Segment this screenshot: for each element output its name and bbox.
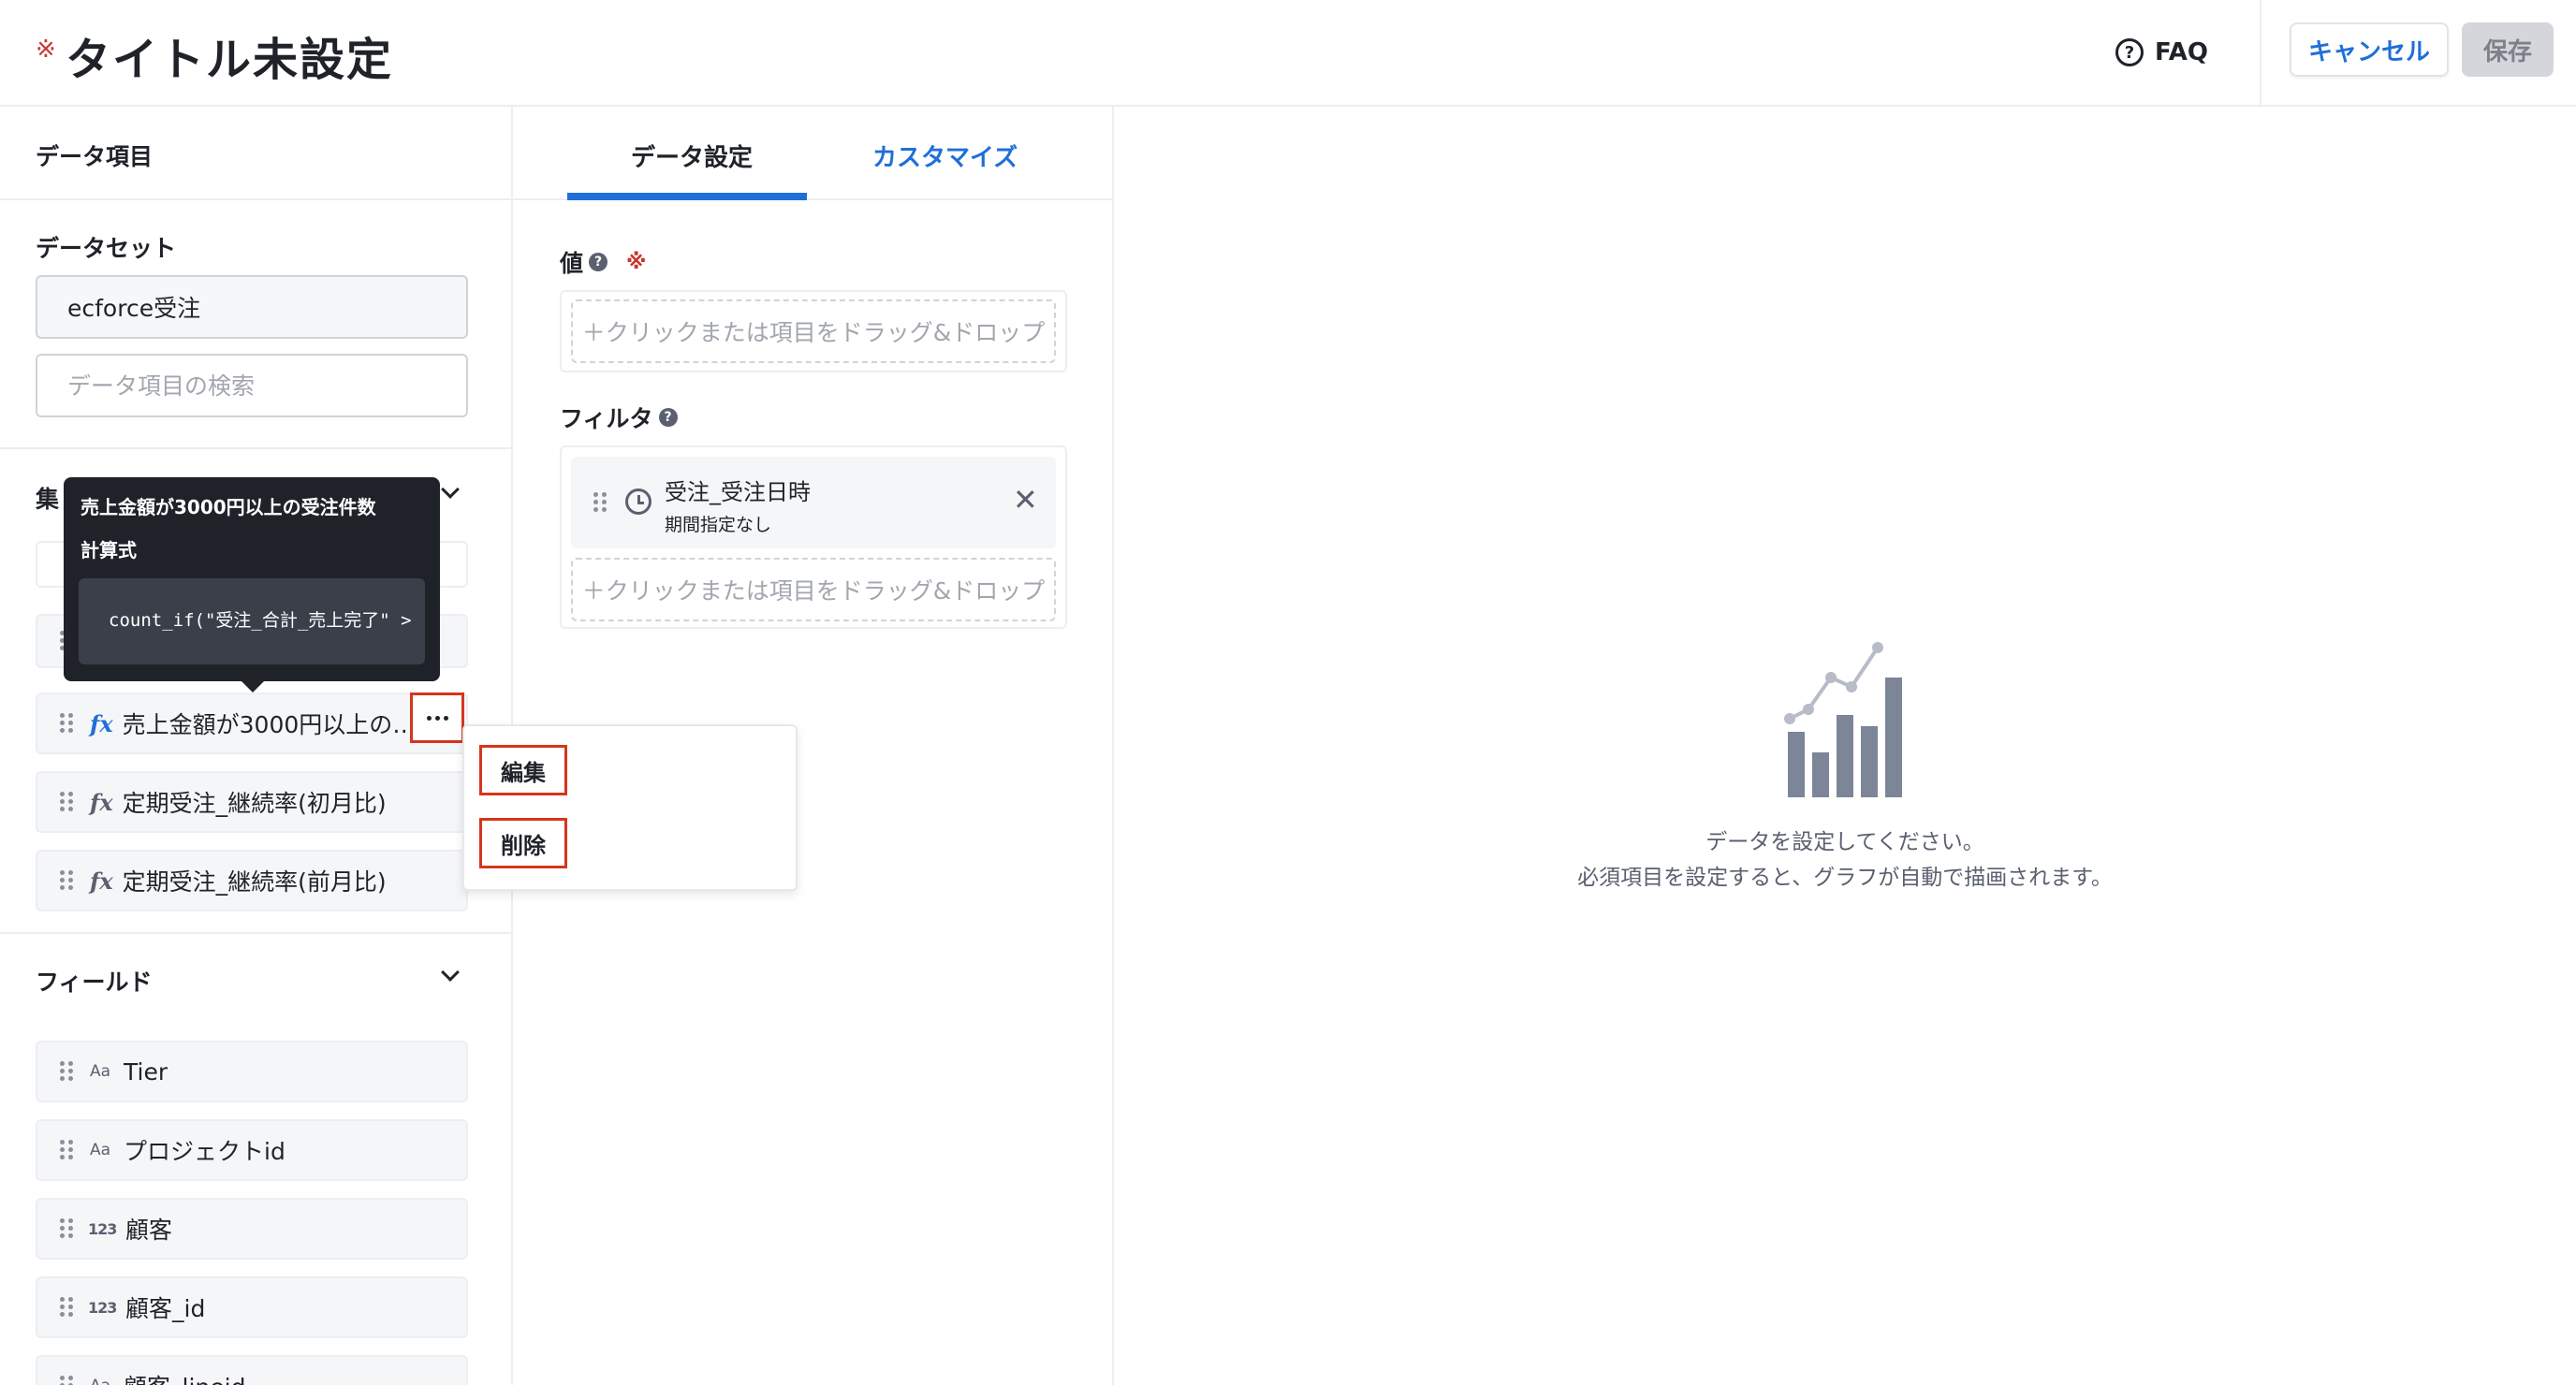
number-type-icon: 123 — [88, 1298, 117, 1317]
aggregate-item-label: 定期受注_継続率(初月比) — [122, 790, 387, 817]
cancel-button[interactable]: キャンセル — [2290, 22, 2449, 77]
data-items-heading: データ項目 — [36, 143, 154, 170]
formula-fx-icon: fx — [90, 709, 113, 737]
text-type-icon: Aa — [90, 1062, 111, 1081]
help-icon[interactable]: ? — [658, 408, 678, 427]
field-item[interactable]: Aa プロジェクトid — [36, 1119, 468, 1181]
filter-drop-area: 受注_受注日時 期間指定なし ✕ ＋クリックまたは項目をドラッグ&ドロップ — [560, 445, 1067, 629]
panel-divider — [0, 198, 511, 200]
aggregate-item-label: 売上金額が3000円以上の… — [122, 711, 417, 738]
header-divider — [2260, 0, 2261, 107]
panel-divider — [0, 447, 511, 449]
filter-label: フィルタ ? — [560, 401, 678, 434]
data-items-panel: データ項目 データセット ecforce受注 集 fx 売上金額が3000円以上… — [0, 107, 513, 1385]
formula-tooltip: 売上金額が3000円以上の受注件数 計算式 count_if("受注_合計_売上… — [64, 477, 440, 692]
faq-label: FAQ — [2155, 38, 2209, 66]
aggregate-item-label: 定期受注_継続率(前月比) — [122, 868, 387, 896]
drag-handle-icon[interactable] — [593, 492, 607, 513]
required-mark: ※ — [626, 250, 647, 274]
drag-handle-icon[interactable] — [60, 870, 73, 891]
help-icon[interactable]: ? — [589, 253, 608, 271]
filter-item-subtitle: 期間指定なし — [665, 515, 772, 535]
chevron-down-icon[interactable] — [441, 480, 460, 499]
text-type-icon: Aa — [90, 1141, 111, 1159]
drag-handle-icon[interactable] — [60, 1140, 73, 1160]
field-item[interactable]: Aa Tier — [36, 1041, 468, 1102]
drag-handle-icon[interactable] — [60, 1376, 73, 1385]
empty-state-hint: 必須項目を設定すると、グラフが自動で描画されます。 — [1577, 866, 2113, 890]
filter-item-title: 受注_受注日時 — [665, 479, 811, 505]
formula-fx-icon: fx — [90, 867, 113, 895]
close-icon[interactable]: ✕ — [1013, 485, 1038, 515]
dot — [434, 715, 440, 721]
aggregate-item[interactable]: fx 定期受注_継続率(初月比) — [36, 771, 468, 833]
aggregate-item[interactable]: fx 売上金額が3000円以上の… — [36, 692, 468, 754]
aggregate-item[interactable]: fx 定期受注_継続率(前月比) — [36, 850, 468, 911]
aggregates-section-label[interactable]: 集 — [36, 481, 59, 515]
field-item-label: 顧客_id — [125, 1295, 206, 1322]
tab-data-settings[interactable]: データ設定 — [631, 138, 753, 173]
dataset-select[interactable]: ecforce受注 — [36, 275, 468, 339]
fields-section-label[interactable]: フィールド — [36, 964, 153, 998]
page-title[interactable]: タイトル未設定 — [66, 22, 393, 88]
data-item-search-input[interactable] — [36, 354, 468, 417]
chart-preview-panel: データを設定してください。 必須項目を設定すると、グラフが自動で描画されます。 — [1114, 107, 2576, 1385]
save-button[interactable]: 保存 — [2462, 22, 2554, 77]
tab-customize[interactable]: カスタマイズ — [872, 138, 1017, 173]
clock-icon — [625, 488, 651, 515]
field-item[interactable]: 123 顧客 — [36, 1198, 468, 1260]
drag-handle-icon[interactable] — [60, 1297, 73, 1318]
formula-fx-icon: fx — [90, 788, 113, 816]
field-item-label: Tier — [124, 1057, 168, 1086]
more-options-button[interactable] — [410, 692, 464, 743]
value-label-text: 値 — [560, 250, 584, 277]
header-bar: ※ タイトル未設定 ? FAQ キャンセル 保存 — [0, 0, 2576, 107]
value-drop-zone[interactable]: ＋クリックまたは項目をドラッグ&ドロップ — [571, 299, 1056, 363]
drag-handle-icon[interactable] — [60, 713, 73, 734]
text-type-icon: Aa — [90, 1377, 114, 1385]
title-required-mark: ※ — [36, 36, 56, 64]
settings-panel: データ設定 カスタマイズ 値 ? ※ ＋クリックまたは項目をドラッグ&ドロップ … — [513, 107, 1114, 1385]
drag-handle-icon[interactable] — [60, 1218, 73, 1239]
field-item[interactable]: Aa 顧客_lineid — [36, 1355, 468, 1385]
chevron-down-icon[interactable] — [441, 963, 460, 982]
value-label: 値 ? ※ — [560, 245, 646, 279]
filter-label-text: フィルタ — [560, 405, 653, 432]
field-item-label: 顧客 — [125, 1217, 173, 1244]
field-item[interactable]: 123 顧客_id — [36, 1276, 468, 1338]
dot — [426, 715, 432, 721]
active-tab-indicator — [567, 193, 807, 200]
empty-state-message: データを設定してください。 — [1705, 830, 1984, 854]
dot — [443, 715, 448, 721]
drag-handle-icon[interactable] — [60, 792, 73, 812]
tooltip-subtitle: 計算式 — [80, 539, 137, 561]
tooltip-formula-box: count_if("受注_合計_売上完了" > — [79, 578, 425, 664]
settings-tabs: データ設定 カスタマイズ — [513, 107, 1114, 200]
question-circle-icon: ? — [2115, 38, 2144, 66]
faq-link[interactable]: ? FAQ — [2115, 34, 2208, 71]
tooltip-title: 売上金額が3000円以上の受注件数 — [80, 496, 376, 518]
chart-placeholder-icon — [1784, 642, 1902, 797]
field-item-label: 顧客_lineid — [124, 1369, 245, 1385]
number-type-icon: 123 — [88, 1219, 117, 1238]
tooltip-formula: count_if("受注_合計_売上完了" > — [109, 610, 412, 631]
filter-drop-zone[interactable]: ＋クリックまたは項目をドラッグ&ドロップ — [571, 558, 1056, 621]
dataset-label: データセット — [36, 235, 177, 262]
field-item-label: プロジェクトid — [124, 1138, 285, 1165]
panel-divider — [0, 932, 511, 934]
filter-item[interactable]: 受注_受注日時 期間指定なし ✕ — [571, 457, 1056, 548]
drag-handle-icon[interactable] — [60, 1061, 73, 1082]
value-drop-area: ＋クリックまたは項目をドラッグ&ドロップ — [560, 290, 1067, 372]
